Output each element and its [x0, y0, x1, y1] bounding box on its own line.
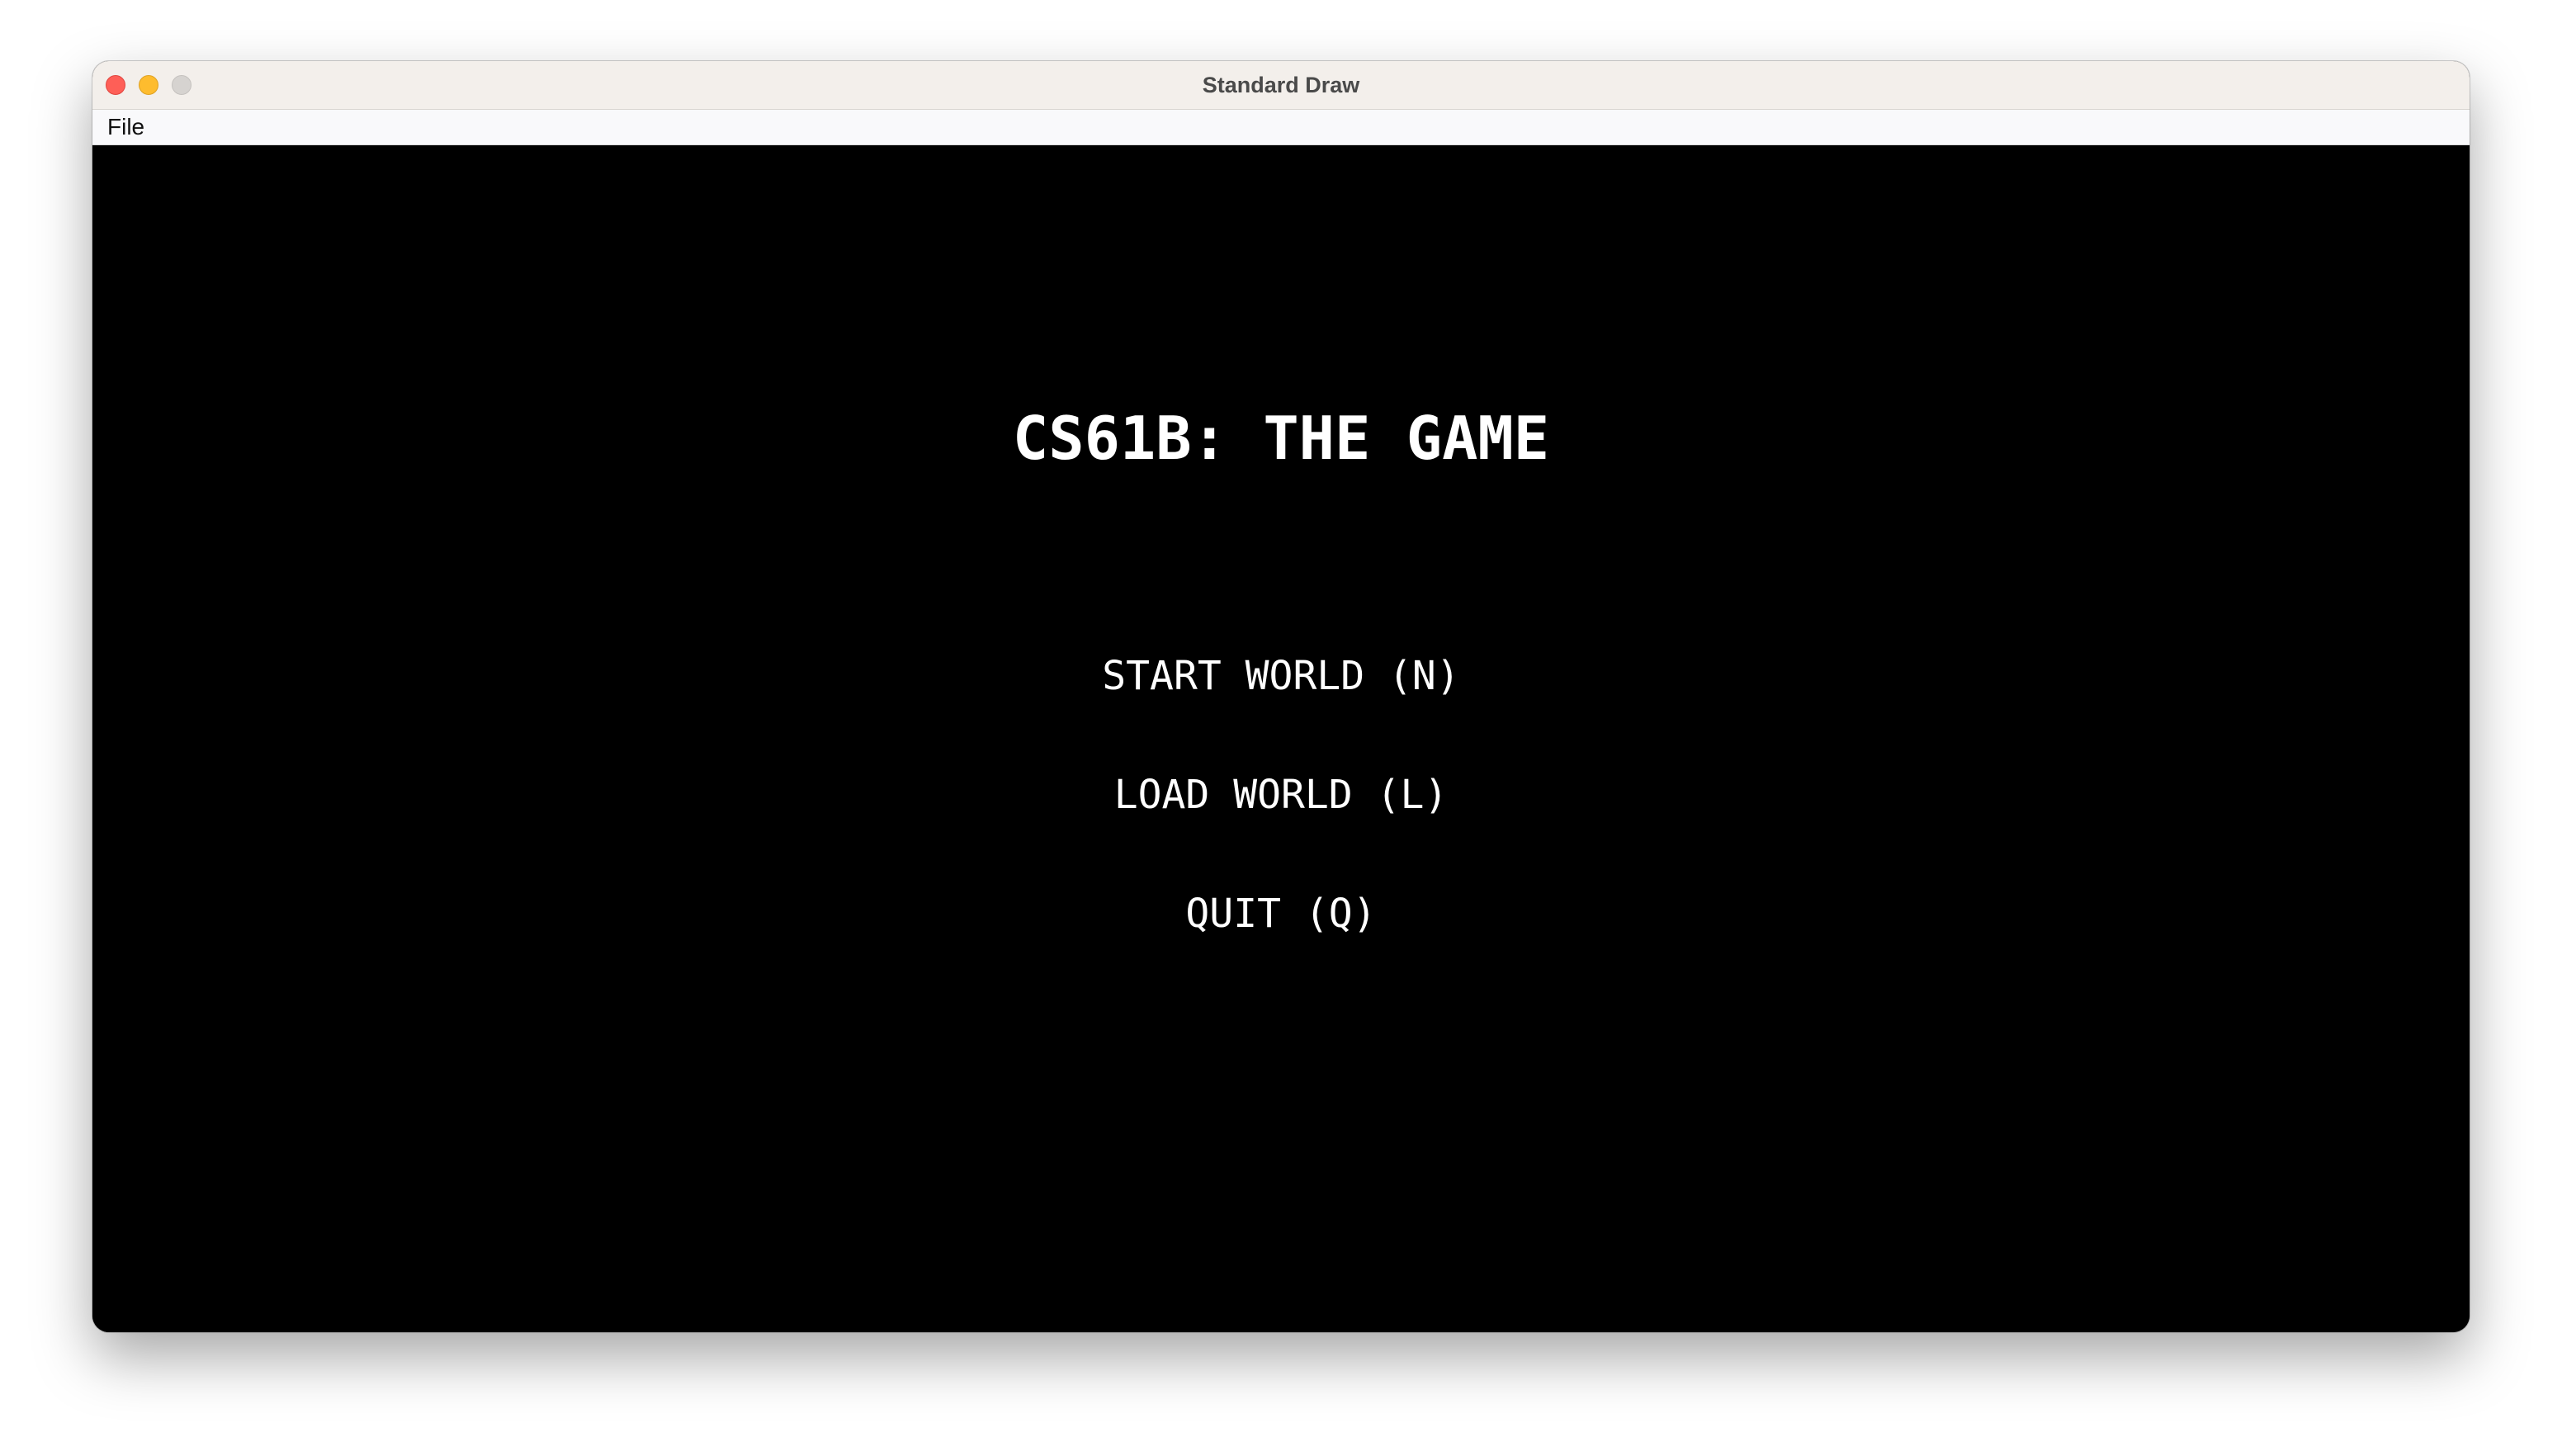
menu-bar: File	[92, 110, 2470, 145]
quit-option[interactable]: QUIT (Q)	[92, 889, 2470, 938]
window-title: Standard Draw	[1202, 73, 1360, 97]
draw-canvas[interactable]: CS61B: THE GAME START WORLD (N) LOAD WOR…	[92, 145, 2470, 1332]
start-world-option[interactable]: START WORLD (N)	[92, 651, 2470, 701]
title-bar[interactable]: Standard Draw	[92, 61, 2470, 110]
load-world-option[interactable]: LOAD WORLD (L)	[92, 770, 2470, 820]
menu-file[interactable]: File	[107, 110, 144, 144]
app-window: Standard Draw File CS61B: THE GAME START…	[92, 61, 2470, 1332]
game-title: CS61B: THE GAME	[1012, 404, 1550, 473]
